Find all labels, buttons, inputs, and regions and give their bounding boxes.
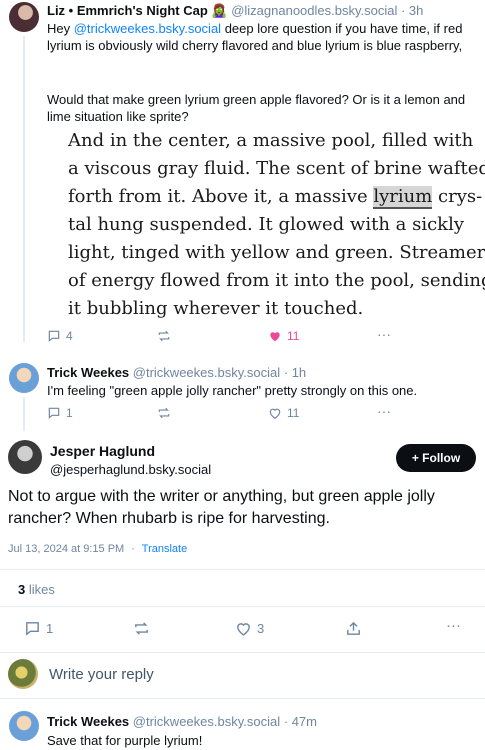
post-text: Not to argue with the writer or anything… <box>8 488 435 527</box>
avatar[interactable] <box>9 363 39 393</box>
post-timestamp-row: Jul 13, 2024 at 9:15 PM · Translate <box>8 543 188 555</box>
reply-button[interactable]: 1 <box>47 406 73 420</box>
author-handle[interactable]: @trickweekes.bsky.social <box>133 714 280 729</box>
author-name[interactable]: Trick Weekes <box>47 365 129 380</box>
mention-link[interactable]: @trickweekes.bsky.social <box>74 21 221 36</box>
repost-button[interactable] <box>157 406 171 420</box>
like-button[interactable]: 3 <box>235 620 264 637</box>
reply-button[interactable]: 4 <box>47 329 73 343</box>
like-button[interactable]: 11 <box>268 329 299 343</box>
author-name[interactable]: Trick Weekes <box>47 714 129 729</box>
heart-outline-icon <box>237 623 250 636</box>
author-handle[interactable]: @lizagnanoodles.bsky.social <box>231 3 397 18</box>
divider <box>0 652 485 653</box>
translate-link[interactable]: Translate <box>142 543 187 555</box>
heart-filled-icon <box>270 332 280 342</box>
author-handle[interactable]: @trickweekes.bsky.social <box>133 365 280 380</box>
follow-button[interactable]: + Follow <box>396 444 476 472</box>
reply-input[interactable]: Write your reply <box>49 666 154 683</box>
author-name[interactable]: Jesper Haglund <box>50 443 155 459</box>
embedded-image-quote[interactable]: And in the center, a massive pool, fille… <box>68 127 485 323</box>
repost-icon <box>158 407 170 419</box>
avatar[interactable] <box>8 440 42 474</box>
highlighted-word: lyrium <box>373 186 433 209</box>
post-timestamp: Jul 13, 2024 at 9:15 PM <box>8 543 125 555</box>
reply-icon <box>26 622 39 636</box>
heart-outline-icon <box>269 408 281 419</box>
more-options-button[interactable]: ··· <box>377 326 391 342</box>
reply-button[interactable]: 1 <box>24 620 53 637</box>
more-options-button[interactable]: ··· <box>446 617 461 634</box>
post-text: I'm feeling "green apple jolly rancher" … <box>47 383 418 398</box>
post-time[interactable]: · 1h <box>284 365 306 380</box>
like-button[interactable]: 11 <box>268 406 299 420</box>
reply-icon <box>48 407 60 419</box>
thread-line <box>23 36 25 342</box>
post-time[interactable]: · 47m <box>284 714 317 729</box>
thread-line <box>23 397 25 431</box>
avatar[interactable] <box>9 2 39 32</box>
repost-button[interactable] <box>157 329 171 343</box>
divider <box>0 569 485 570</box>
post-text: Save that for purple lyrium! <box>47 733 203 748</box>
post-text: Hey @trickweekes.bsky.social deep lore q… <box>47 21 463 53</box>
share-button[interactable] <box>345 620 362 637</box>
author-name[interactable]: Liz • Emmrich's Night Cap 🧟‍♀️ <box>47 3 228 18</box>
repost-button[interactable] <box>133 620 150 637</box>
post-text-2: Would that make green lyrium green apple… <box>47 92 466 124</box>
author-handle[interactable]: @jesperhaglund.bsky.social <box>50 462 211 477</box>
share-icon <box>347 621 360 635</box>
avatar[interactable] <box>8 659 38 689</box>
divider <box>0 698 485 699</box>
post-time[interactable]: · 3h <box>401 3 423 18</box>
avatar[interactable] <box>9 711 39 741</box>
more-options-button[interactable]: ··· <box>377 403 391 419</box>
repost-icon <box>135 622 148 635</box>
divider <box>0 606 485 607</box>
repost-icon <box>158 330 170 342</box>
reply-icon <box>48 330 60 342</box>
likes-count-link[interactable]: 3 likes <box>18 582 55 597</box>
